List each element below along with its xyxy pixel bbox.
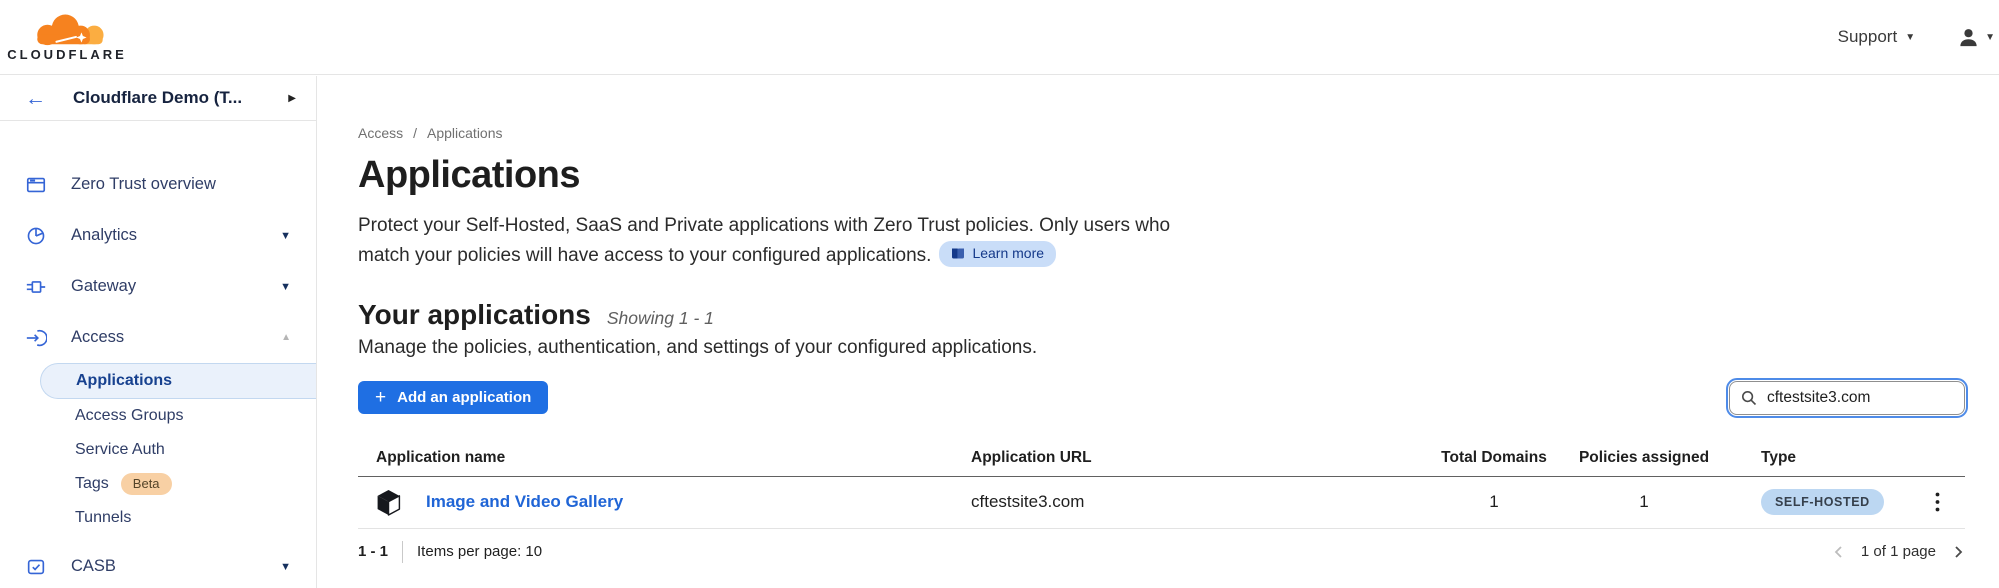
sidebar-item-label: Zero Trust overview xyxy=(71,175,216,194)
sidebar-item-label: Applications xyxy=(76,372,172,390)
top-header: CLOUDFLARE Support ▼ ▼ xyxy=(0,0,1999,75)
beta-badge: Beta xyxy=(121,473,172,495)
chevron-down-icon[interactable]: ▼ xyxy=(280,561,291,573)
sidebar-item-label: Access xyxy=(71,328,124,347)
sidebar-item-label: Tags xyxy=(75,475,109,493)
applications-table: Application name Application URL Total D… xyxy=(358,441,1965,529)
chevron-right-icon[interactable]: ▶ xyxy=(288,93,296,104)
support-label: Support xyxy=(1838,27,1898,47)
sidebar-item-tags[interactable]: Tags Beta xyxy=(0,467,316,501)
main-content: Access / Applications Applications Prote… xyxy=(318,75,1999,588)
col-type: Type xyxy=(1729,449,1909,467)
cloudflare-logo[interactable]: CLOUDFLARE xyxy=(15,12,119,62)
col-policies-assigned: Policies assigned xyxy=(1559,449,1729,467)
page-title: Applications xyxy=(358,154,1965,197)
breadcrumb-separator: / xyxy=(413,125,417,141)
breadcrumb: Access / Applications xyxy=(358,125,1965,141)
total-domains-value: 1 xyxy=(1429,492,1559,512)
table-row: Image and Video Gallery cftestsite3.com … xyxy=(358,477,1965,529)
sidebar-item-applications[interactable]: Applications xyxy=(40,363,316,399)
page-indicator: 1 of 1 page xyxy=(1861,543,1936,560)
sidebar-item-casb[interactable]: CASB ▼ xyxy=(0,541,316,588)
sidebar-item-label: Access Groups xyxy=(75,407,183,425)
book-icon xyxy=(951,247,965,260)
back-arrow-icon[interactable]: ← xyxy=(25,88,46,109)
learn-more-label: Learn more xyxy=(972,243,1044,264)
sidebar-item-gateway[interactable]: Gateway ▼ xyxy=(0,261,316,312)
sidebar: ← Cloudflare Demo (T... ▶ Zero Trust ove… xyxy=(0,76,317,588)
support-menu[interactable]: Support ▼ xyxy=(1838,27,1915,47)
pagination-range: 1 - 1 xyxy=(358,543,388,560)
topbar-actions: Support ▼ ▼ xyxy=(1838,26,1999,49)
kebab-menu-icon xyxy=(1935,492,1940,512)
pagination: 1 - 1 Items per page: 10 1 of 1 page xyxy=(358,541,1965,563)
cloudflare-wordmark: CLOUDFLARE xyxy=(7,47,127,62)
chevron-down-icon: ▼ xyxy=(1905,32,1915,43)
chevron-down-icon[interactable]: ▼ xyxy=(280,281,291,293)
chevron-down-icon: ▼ xyxy=(1985,32,1995,43)
col-application-url: Application URL xyxy=(971,449,1429,467)
type-cell: SELF-HOSTED xyxy=(1729,489,1909,515)
search-input[interactable] xyxy=(1729,381,1965,415)
sidebar-item-zero-trust-overview[interactable]: Zero Trust overview xyxy=(0,159,316,210)
policies-assigned-value: 1 xyxy=(1559,492,1729,512)
breadcrumb-applications[interactable]: Applications xyxy=(427,125,503,141)
breadcrumb-access[interactable]: Access xyxy=(358,125,403,141)
section-subtitle: Manage the policies, authentication, and… xyxy=(358,337,1965,359)
pie-chart-icon xyxy=(25,225,47,247)
checkbox-sync-icon xyxy=(25,556,47,578)
chevron-down-icon[interactable]: ▼ xyxy=(280,230,291,242)
add-application-label: Add an application xyxy=(397,389,531,406)
pager: 1 of 1 page xyxy=(1832,543,1965,560)
col-application-name: Application name xyxy=(358,449,971,467)
sidebar-item-access[interactable]: Access ▲ xyxy=(0,312,316,363)
row-actions-menu[interactable] xyxy=(1909,492,1965,512)
user-account-menu[interactable]: ▼ xyxy=(1957,26,1995,49)
section-header: Your applications Showing 1 - 1 xyxy=(358,299,1965,331)
col-total-domains: Total Domains xyxy=(1429,449,1559,467)
sidebar-item-access-groups[interactable]: Access Groups xyxy=(0,399,316,433)
cloudflare-cloud-icon xyxy=(21,12,113,46)
chevron-up-icon[interactable]: ▲ xyxy=(281,332,291,343)
type-badge: SELF-HOSTED xyxy=(1761,489,1884,515)
sidebar-item-label: Tunnels xyxy=(75,509,131,527)
items-per-page: Items per page: 10 xyxy=(417,543,542,560)
sidebar-item-analytics[interactable]: Analytics ▼ xyxy=(0,210,316,261)
chevron-right-icon[interactable] xyxy=(1951,545,1965,559)
learn-more-badge[interactable]: Learn more xyxy=(939,241,1056,267)
app-cube-icon xyxy=(376,489,401,516)
add-application-button[interactable]: + Add an application xyxy=(358,381,548,414)
user-icon xyxy=(1957,26,1980,49)
chevron-left-icon[interactable] xyxy=(1832,545,1846,559)
table-header-row: Application name Application URL Total D… xyxy=(358,441,1965,477)
login-arrow-icon xyxy=(25,327,47,349)
gateway-node-icon xyxy=(25,276,47,298)
showing-count: Showing 1 - 1 xyxy=(607,308,714,329)
search-container xyxy=(1729,381,1965,415)
application-url: cftestsite3.com xyxy=(971,492,1429,512)
search-icon xyxy=(1741,390,1757,406)
sidebar-item-label: Service Auth xyxy=(75,441,165,459)
sidebar-item-label: CASB xyxy=(71,557,116,576)
page-description: Protect your Self-Hosted, SaaS and Priva… xyxy=(358,212,1226,271)
toolbar: + Add an application xyxy=(358,381,1965,415)
sidebar-item-label: Analytics xyxy=(71,226,137,245)
dashboard-window-icon xyxy=(25,174,47,196)
sidebar-account-header: ← Cloudflare Demo (T... ▶ xyxy=(0,76,316,121)
sidebar-item-tunnels[interactable]: Tunnels xyxy=(0,501,316,535)
plus-icon: + xyxy=(375,388,386,407)
sidebar-item-label: Gateway xyxy=(71,277,136,296)
account-name[interactable]: Cloudflare Demo (T... xyxy=(73,88,288,108)
section-title: Your applications xyxy=(358,299,591,331)
sidebar-nav: Zero Trust overview Analytics ▼ Gateway … xyxy=(0,121,316,588)
application-link[interactable]: Image and Video Gallery xyxy=(426,492,623,512)
application-name-cell: Image and Video Gallery xyxy=(358,489,971,516)
sidebar-item-service-auth[interactable]: Service Auth xyxy=(0,433,316,467)
pagination-divider xyxy=(402,541,403,563)
